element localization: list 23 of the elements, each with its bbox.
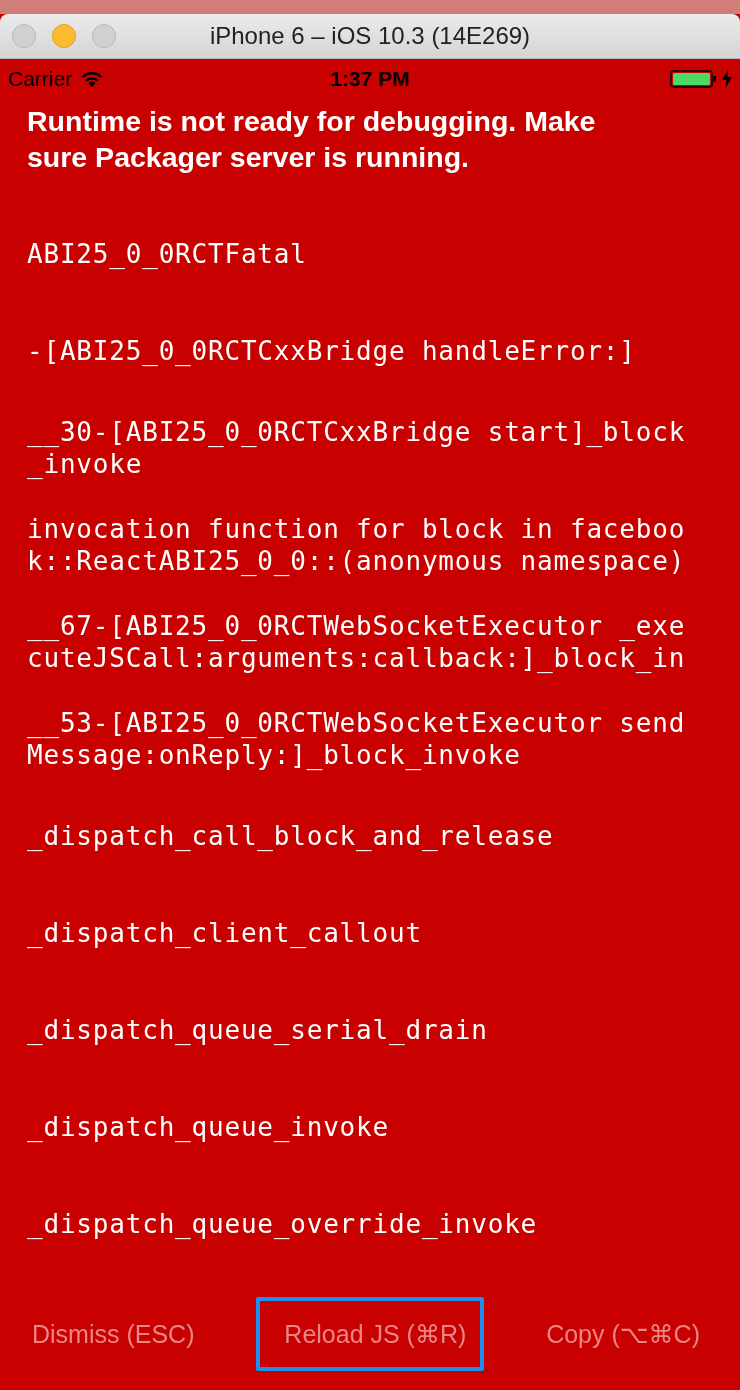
stack-frame: __67-[ABI25_0_0RCTWebSocketExecutor _executeJSCall:arguments:callback:]_block_in xyxy=(27,609,695,674)
battery-icon xyxy=(670,70,718,88)
window-title: iPhone 6 – iOS 10.3 (14E269) xyxy=(209,22,531,50)
carrier-label: Carrier xyxy=(8,67,73,91)
action-button[interactable]: Copy (⌥⌘C) xyxy=(534,1297,712,1371)
stack-frame: ABI25_0_0RCTFatal xyxy=(27,237,695,270)
stack-frame: __30-[ABI25_0_0RCTCxxBridge start]_block_invoke xyxy=(27,415,695,480)
error-message: Runtime is not ready for debugging. Make sure Packager server is running. xyxy=(27,104,597,175)
action-button[interactable]: Reload JS (⌘R) xyxy=(256,1297,485,1371)
stack-frame: _dispatch_call_block_and_release xyxy=(27,819,695,852)
zoom-button[interactable] xyxy=(92,24,116,48)
stack-frame: -[ABI25_0_0RCTCxxBridge handleError:] xyxy=(27,334,695,367)
stack-frame: __53-[ABI25_0_0RCTWebSocketExecutor sendMessage:onReply:]_block_invoke xyxy=(27,706,695,771)
clock: 1:37 PM xyxy=(330,67,410,91)
action-button[interactable]: Dismiss (ESC) xyxy=(20,1297,207,1371)
wifi-icon xyxy=(80,70,105,88)
close-button[interactable] xyxy=(12,24,36,48)
stack-frame: _dispatch_queue_override_invoke xyxy=(27,1207,695,1240)
stack-frame: invocation function for block in facebook::ReactABI25_0_0::(anonymous namespace) xyxy=(27,512,695,577)
stack-frame: _dispatch_queue_invoke xyxy=(27,1110,695,1143)
minimize-button[interactable] xyxy=(52,24,76,48)
stack-frame: _dispatch_client_callout xyxy=(27,916,695,949)
stack-frame: _dispatch_queue_serial_drain xyxy=(27,1013,695,1046)
